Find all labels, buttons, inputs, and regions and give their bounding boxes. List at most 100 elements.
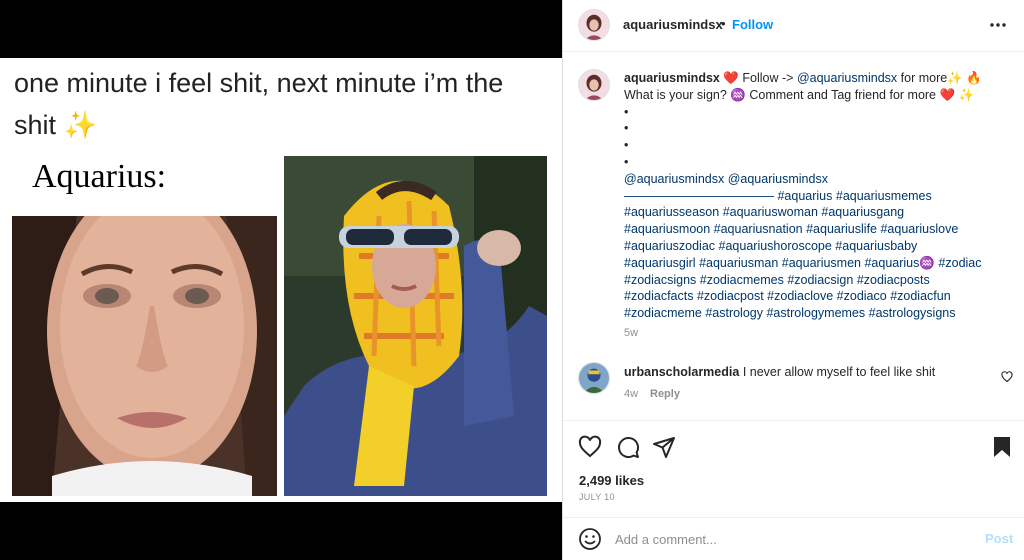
hashtag-link[interactable]: #aquariusbaby: [835, 239, 917, 253]
comments-section: aquariusmindsx ❤️ Follow -> @aquariusmin…: [563, 53, 1024, 419]
hashtag-link[interactable]: #aquariushoroscope: [719, 239, 832, 253]
caption-line-1: aquariusmindsx ❤️ Follow -> @aquariusmin…: [624, 70, 1004, 87]
caption-mention-2[interactable]: @aquariusmindsx: [624, 172, 724, 186]
reply-button[interactable]: Reply: [650, 388, 680, 400]
hashtag-link[interactable]: #aquariusseason: [624, 205, 719, 219]
hashtag-link[interactable]: #astrologymemes: [766, 306, 865, 320]
hashtag-link[interactable]: #zodiac: [938, 256, 981, 270]
hashtag-line: #aquariusmoon #aquariusnation #aquariusl…: [624, 221, 1004, 238]
caption-mention-1[interactable]: @aquariusmindsx: [797, 71, 897, 85]
hashtag-list: ———————————— #aquarius #aquariusmemes #aq…: [624, 188, 1004, 322]
caption-divider: ————————————: [624, 188, 774, 203]
aquarius-label: Aquarius:: [12, 156, 183, 202]
emoji-icon[interactable]: [578, 527, 602, 551]
hashtag-link[interactable]: #aquariusmemes: [836, 189, 932, 203]
caption-text-3: Comment and Tag friend for more: [745, 87, 940, 102]
comment-text: urbanscholarmedia I never allow myself t…: [624, 365, 935, 379]
follow-button[interactable]: Follow: [732, 17, 773, 32]
more-horizontal-icon[interactable]: [989, 16, 1007, 34]
commenter-username[interactable]: urbanscholarmedia: [624, 365, 739, 379]
caption-bullet: •: [624, 138, 629, 153]
hashtag-link[interactable]: #aquarius: [777, 189, 832, 203]
author-avatar[interactable]: [578, 9, 610, 41]
caption-text-1: Follow ->: [738, 71, 797, 85]
hashtag-link[interactable]: #zodiacpost: [697, 289, 764, 303]
comment-input[interactable]: [615, 525, 965, 553]
hashtag-link[interactable]: #zodiacsign: [787, 273, 853, 287]
caption-line-2: What is your sign? ♒ Comment and Tag fri…: [624, 87, 1004, 104]
hashtag-link[interactable]: #zodiacfacts: [624, 289, 693, 303]
instagram-post-view: one minute i feel shit, next minute i’m …: [0, 0, 1024, 560]
caption-text-2: for more: [897, 71, 948, 85]
hashtag-link[interactable]: #aquariusman: [699, 256, 778, 270]
meme-image: one minute i feel shit, next minute i’m …: [0, 58, 562, 502]
heart-emoji: ❤️: [723, 71, 739, 85]
hashtag-link[interactable]: #aquariusgirl: [624, 256, 696, 270]
post-caption: aquariusmindsx ❤️ Follow -> @aquariusmin…: [624, 70, 1004, 322]
hashtag-link[interactable]: #aquariusnation: [714, 222, 803, 236]
sparkle-emoji: ✨: [63, 110, 98, 140]
caption-timestamp[interactable]: 5w: [624, 327, 638, 339]
comment-timestamp[interactable]: 4w: [624, 388, 638, 400]
share-icon[interactable]: [652, 435, 676, 459]
crying-photo-drawing: [12, 156, 277, 496]
hashtag-link[interactable]: #zodiacmemes: [700, 273, 784, 287]
hashtag-link[interactable]: #zodiacsigns: [624, 273, 696, 287]
scarf-photo: [284, 156, 547, 496]
hashtag-link[interactable]: #zodiaco: [837, 289, 887, 303]
fire-emoji: 🔥: [966, 71, 982, 85]
meme-caption-line-1: one minute i feel shit, next minute i’m …: [14, 68, 504, 98]
hashtag-link[interactable]: #zodiacmeme: [624, 306, 702, 320]
hashtag-link[interactable]: #aquarius♒: [864, 256, 934, 270]
avatar-image: [579, 70, 609, 100]
commenter-avatar[interactable]: [578, 362, 610, 394]
heart-emoji: ❤️: [939, 87, 956, 102]
hashtag-link[interactable]: #zodiaclove: [767, 289, 833, 303]
post-media: one minute i feel shit, next minute i’m …: [0, 0, 562, 560]
comment-like-heart-icon[interactable]: [1001, 371, 1013, 383]
hashtag-link[interactable]: #aquariuszodiac: [624, 239, 715, 253]
hashtag-link[interactable]: #astrologysigns: [869, 306, 956, 320]
hashtag-line: #aquariusseason #aquariuswoman #aquarius…: [624, 204, 1004, 221]
post-actions: 2,499 likes JULY 10: [563, 420, 1024, 522]
sparkle-emoji: ✨: [958, 87, 975, 102]
hashtag-line: #zodiacsigns #zodiacmemes #zodiacsign #z…: [624, 272, 1004, 289]
hashtag-link[interactable]: #zodiacfun: [890, 289, 950, 303]
meme-caption-line-2: shit: [14, 110, 57, 140]
meme-caption: one minute i feel shit, next minute i’m …: [14, 62, 554, 146]
caption-bullet: •: [624, 104, 629, 119]
hashtag-link[interactable]: #zodiacposts: [857, 273, 930, 287]
hashtag-link[interactable]: #aquariuswoman: [723, 205, 818, 219]
author-username[interactable]: aquariusmindsx: [623, 17, 723, 32]
header-separator: •: [721, 16, 726, 31]
comment-icon[interactable]: [616, 435, 640, 459]
bookmark-icon[interactable]: [990, 435, 1014, 459]
heart-icon[interactable]: [578, 435, 602, 459]
aquarius-emoji: ♒: [730, 87, 746, 102]
caption-author-avatar[interactable]: [578, 69, 610, 101]
caption-bullet: •: [624, 121, 629, 136]
scarf-photo-drawing: [284, 156, 547, 496]
hashtag-link[interactable]: #aquariuslove: [880, 222, 958, 236]
caption-mention-3[interactable]: @aquariusmindsx: [728, 172, 828, 186]
post-sidebar: aquariusmindsx • Follow aquariusmindsx ❤…: [562, 0, 1024, 560]
avatar-image: [579, 363, 609, 393]
post-header: aquariusmindsx • Follow: [563, 0, 1024, 52]
avatar-image: [579, 10, 609, 40]
post-date: JULY 10: [579, 492, 615, 502]
hashtag-link[interactable]: #aquariusgang: [821, 205, 904, 219]
add-comment-bar: Post: [563, 517, 1024, 560]
caption-bullet: •: [624, 154, 629, 169]
caption-username[interactable]: aquariusmindsx: [624, 71, 720, 85]
hashtag-link[interactable]: #aquariusmoon: [624, 222, 710, 236]
hashtag-link[interactable]: #astrology: [705, 306, 763, 320]
hashtag-link[interactable]: #aquariuslife: [806, 222, 877, 236]
hashtag-line: #aquariuszodiac #aquariushoroscope #aqua…: [624, 238, 1004, 255]
likes-count[interactable]: 2,499 likes: [579, 473, 644, 488]
crying-photo: Aquarius:: [12, 156, 277, 496]
comment-body: I never allow myself to feel like shit: [742, 365, 936, 379]
post-comment-button[interactable]: Post: [985, 531, 1013, 546]
hashtag-line: ———————————— #aquarius #aquariusmemes: [624, 188, 1004, 205]
hashtag-link[interactable]: #aquariusmen: [782, 256, 861, 270]
meme-caption-line-2-wrap: shit ✨: [14, 104, 554, 146]
